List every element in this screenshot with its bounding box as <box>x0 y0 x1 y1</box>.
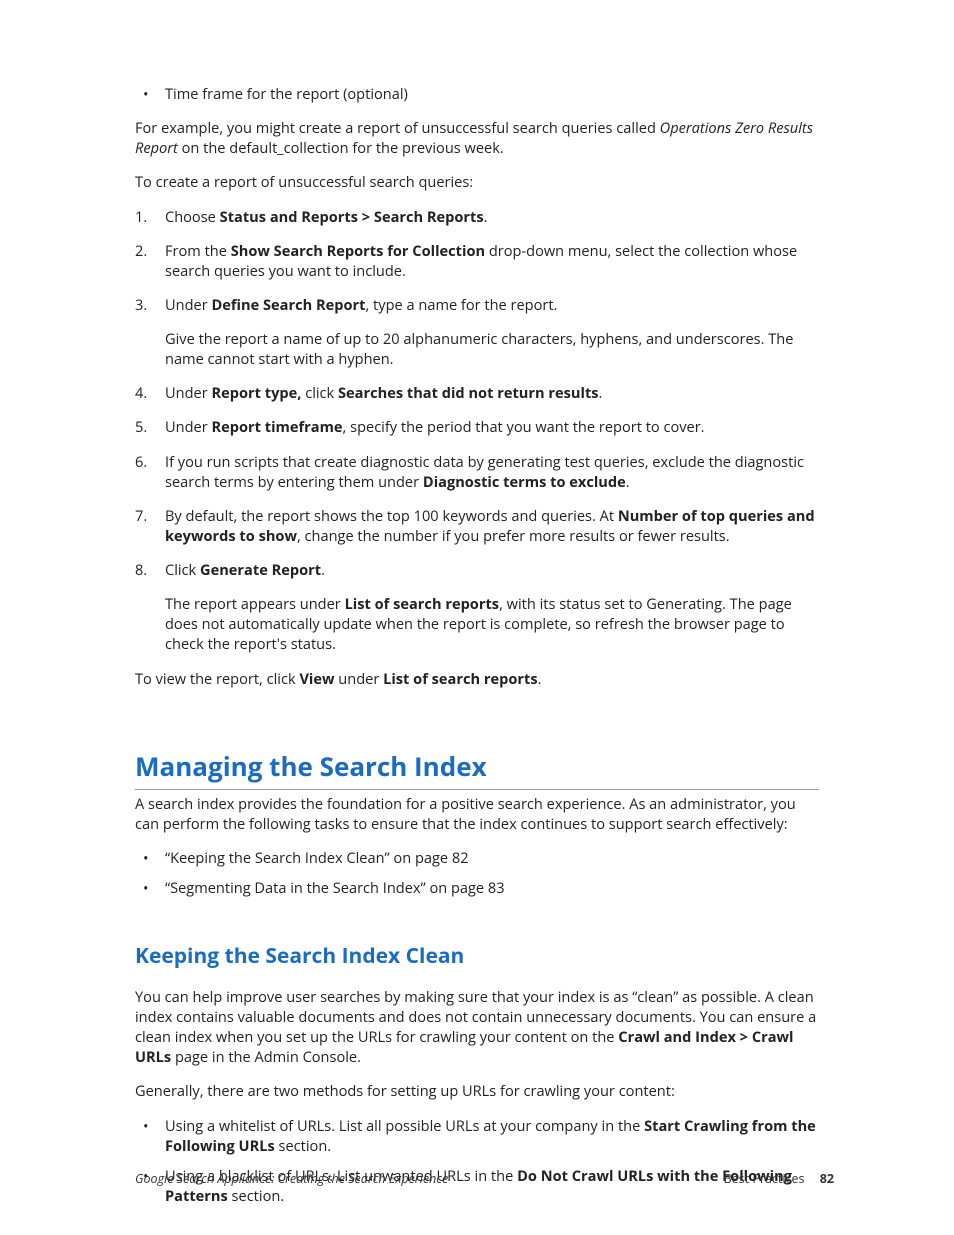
text: section. <box>275 1136 331 1156</box>
document-page: Time frame for the report (optional) For… <box>0 0 954 1235</box>
text: For example, you might create a report o… <box>135 118 660 138</box>
text: , change the number if you prefer more r… <box>297 526 730 546</box>
list-item: Under Report timeframe, specify the peri… <box>135 417 819 437</box>
text: Under <box>165 383 211 403</box>
text: Choose <box>165 207 220 227</box>
footer-page-info: Best Practices 82 <box>724 1170 834 1187</box>
text: click <box>301 383 338 403</box>
paragraph: You can help improve user searches by ma… <box>135 987 819 1068</box>
text: . <box>626 472 630 492</box>
list-item: By default, the report shows the top 100… <box>135 506 819 546</box>
text: From the <box>165 241 231 261</box>
text: The report appears under <box>165 594 345 614</box>
footer-doc-title: Google Search Appliance: Creating the Se… <box>135 1170 448 1187</box>
bold-text: Status and Reports > Search Reports <box>220 207 484 227</box>
list-item: Choose Status and Reports > Search Repor… <box>135 207 819 227</box>
list-item: Time frame for the report (optional) <box>135 84 819 104</box>
paragraph: To view the report, click View under Lis… <box>135 669 819 689</box>
text: , specify the period that you want the r… <box>343 417 705 437</box>
paragraph: For example, you might create a report o… <box>135 118 819 158</box>
sub-paragraph: The report appears under List of search … <box>165 594 819 654</box>
page-footer: Google Search Appliance: Creating the Se… <box>135 1170 834 1187</box>
bold-text: Report timeframe <box>211 417 342 437</box>
lead-in-text: To create a report of unsuccessful searc… <box>135 172 819 192</box>
list-item: If you run scripts that create diagnosti… <box>135 452 819 492</box>
text: Click <box>165 560 200 580</box>
sub-paragraph: Give the report a name of up to 20 alpha… <box>165 329 819 369</box>
text: section. <box>228 1186 284 1206</box>
list-item: Using a whitelist of URLs. List all poss… <box>135 1116 819 1156</box>
methods-list: Using a whitelist of URLs. List all poss… <box>135 1116 819 1207</box>
bold-text: Show Search Reports for Collection <box>231 241 485 261</box>
paragraph: Generally, there are two methods for set… <box>135 1081 819 1101</box>
heading-managing-search-index: Managing the Search Index <box>135 749 819 790</box>
text: To view the report, click <box>135 669 299 689</box>
bold-text: List of search reports <box>345 594 500 614</box>
bold-text: List of search reports <box>383 669 538 689</box>
list-item: Under Report type, click Searches that d… <box>135 383 819 403</box>
list-item: From the Show Search Reports for Collect… <box>135 241 819 281</box>
bold-text: Define Search Report <box>211 295 365 315</box>
footer-section-label: Best Practices <box>724 1170 805 1187</box>
text: . <box>484 207 488 227</box>
bold-text: Report type, <box>211 383 301 403</box>
text: , type a name for the report. <box>365 295 557 315</box>
list-item: Under Define Search Report, type a name … <box>135 295 819 369</box>
list-item: “Keeping the Search Index Clean” on page… <box>135 848 819 868</box>
numbered-steps: Choose Status and Reports > Search Repor… <box>135 207 819 655</box>
text: Under <box>165 295 211 315</box>
text: page in the Admin Console. <box>171 1047 361 1067</box>
text: Under <box>165 417 211 437</box>
top-bullet-list: Time frame for the report (optional) <box>135 84 819 104</box>
list-item: Click Generate Report. The report appear… <box>135 560 819 655</box>
text: . <box>321 560 325 580</box>
text: on the default_collection for the previo… <box>178 138 504 158</box>
text: . <box>538 669 542 689</box>
bold-text: Searches that did not return results <box>338 383 599 403</box>
text: By default, the report shows the top 100… <box>165 506 618 526</box>
heading-keeping-index-clean: Keeping the Search Index Clean <box>135 942 819 971</box>
bold-text: Generate Report <box>200 560 321 580</box>
paragraph: A search index provides the foundation f… <box>135 794 819 834</box>
bold-text: Diagnostic terms to exclude <box>423 472 626 492</box>
page-number: 82 <box>820 1170 834 1187</box>
text: under <box>335 669 384 689</box>
text: . <box>599 383 603 403</box>
section-toc-list: “Keeping the Search Index Clean” on page… <box>135 848 819 898</box>
bold-text: View <box>299 669 334 689</box>
text: Using a whitelist of URLs. List all poss… <box>165 1116 644 1136</box>
list-item: “Segmenting Data in the Search Index” on… <box>135 878 819 898</box>
